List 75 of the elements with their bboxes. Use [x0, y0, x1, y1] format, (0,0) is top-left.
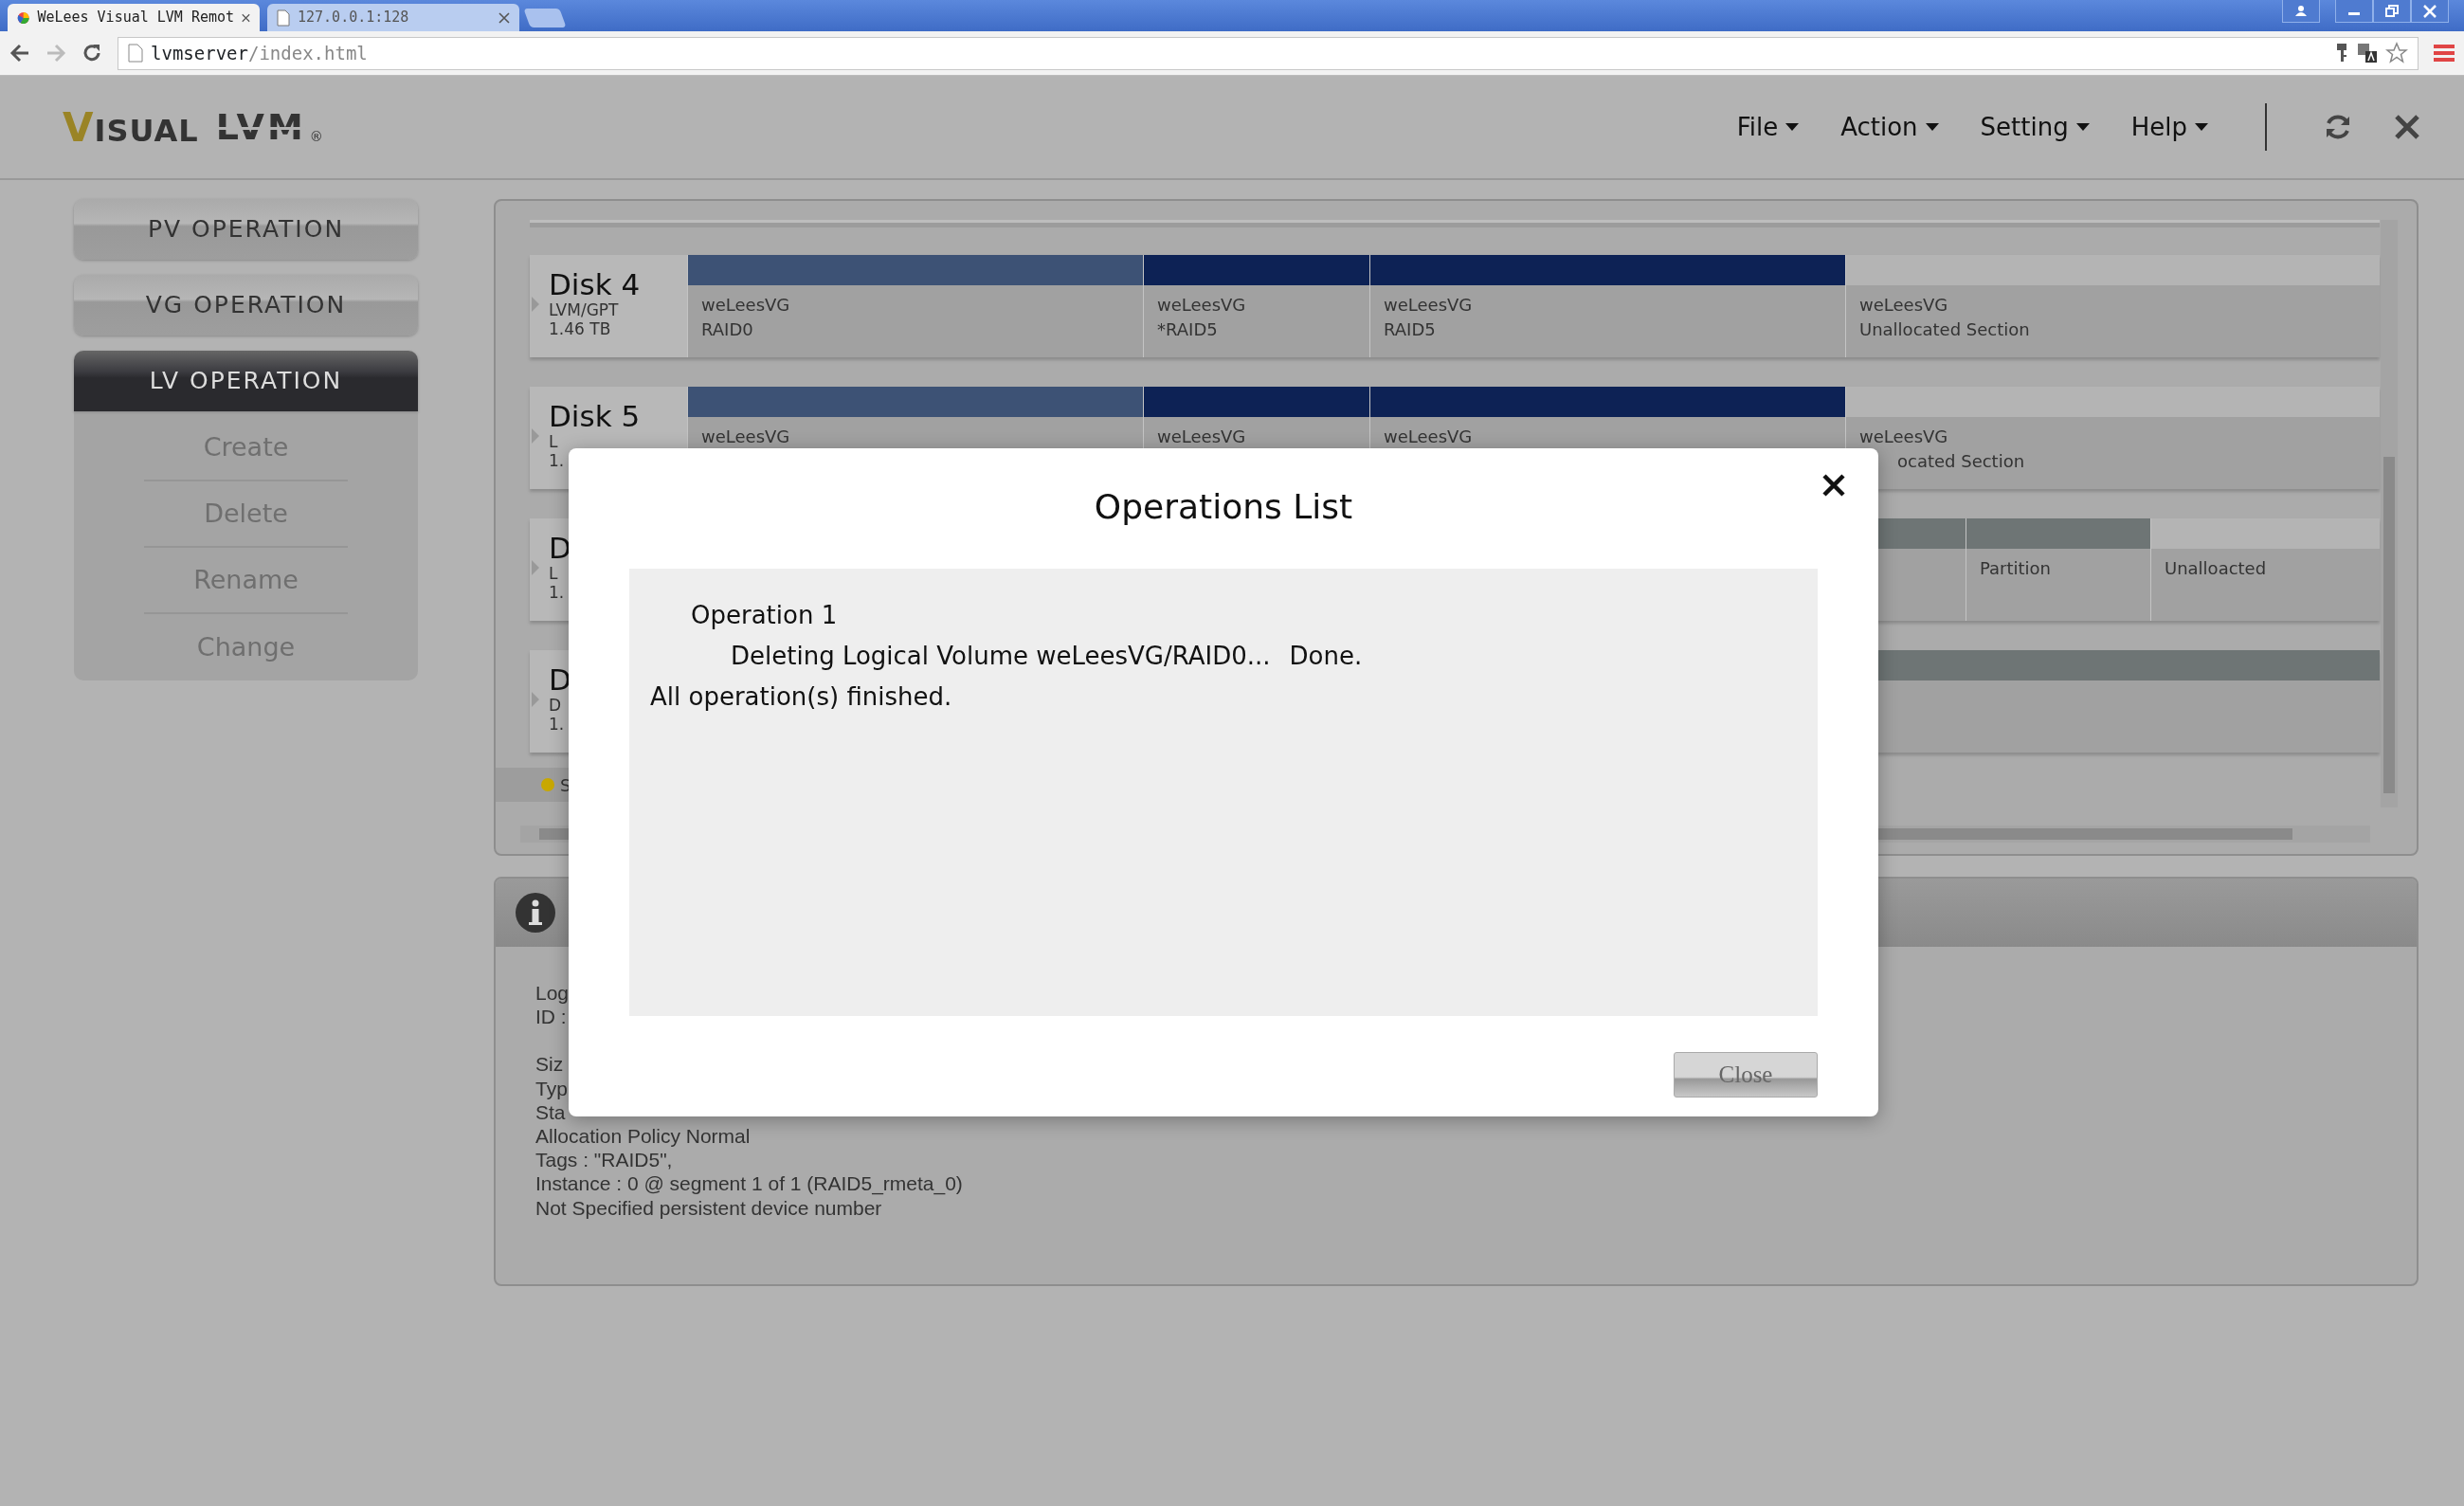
section-button[interactable]: VG OPERATION	[74, 275, 418, 336]
info-icon	[515, 892, 556, 934]
disk-info: 1.	[549, 451, 565, 471]
partition-label: RAID0	[701, 318, 754, 342]
dialog-title: Operations List	[1093, 486, 1354, 528]
info-line: Siz	[535, 1052, 564, 1077]
partition-label: weLeesVG	[1384, 426, 1474, 448]
close-button[interactable]: Close	[1674, 1052, 1818, 1098]
disk-row[interactable]: Disk 4 LVM/GPT 1.46 TB weLeesVG RAID0 weLeesVG *RAID5 weLeesVG RAID5 weLeesVG Unallocated Section	[530, 255, 2380, 357]
partition-label: weLeesVG	[1157, 294, 1247, 317]
expand-arrow-icon[interactable]	[532, 428, 539, 444]
address-field[interactable]: lvmserver/index.html	[118, 36, 2419, 70]
browser-tab[interactable]: 127.0.0.1:128	[267, 4, 519, 31]
menu-item[interactable]: Action	[1840, 108, 1939, 146]
restore-icon[interactable]	[2383, 2, 2401, 20]
disk-info: LVM/GPT	[549, 300, 619, 320]
page-icon	[277, 9, 290, 27]
translate-icon[interactable]	[2357, 43, 2378, 64]
info-line: Not Specified persistent device number	[535, 1195, 882, 1220]
info-line: Typ	[535, 1076, 568, 1100]
disk-name: D	[549, 532, 571, 565]
disk-info: L	[549, 564, 558, 584]
registered-mark: ®	[309, 127, 323, 146]
partition-label: weLeesVG	[701, 294, 791, 317]
disk-info: L	[549, 432, 558, 452]
partition-label: Partition	[1980, 557, 2052, 580]
partition-label: Unallocated Section	[1859, 318, 2031, 342]
close-icon[interactable]	[1821, 473, 1846, 498]
section-button[interactable]: LV OPERATION	[74, 351, 418, 411]
partition-label: weLeesVG	[1384, 294, 1474, 317]
url-text: lvmserver/index.html	[151, 41, 368, 65]
key-icon[interactable]	[2334, 43, 2349, 64]
partition-label: ocated Section	[1896, 450, 2026, 474]
partition-label: weLeesVG	[1157, 426, 1247, 448]
menu-item[interactable]: File	[1736, 108, 1800, 146]
expand-arrow-icon[interactable]	[532, 560, 539, 575]
disk-name: Disk 5	[549, 400, 641, 433]
partition-label: weLeesVG	[1859, 294, 1949, 317]
expand-arrow-icon[interactable]	[532, 692, 539, 707]
refresh-icon[interactable]	[2324, 113, 2352, 141]
forward-icon[interactable]	[45, 43, 66, 64]
operation-step: Deleting Logical Volume weLeesVG/RAID0...	[731, 642, 1271, 671]
partition-label: Unalloacted	[2165, 557, 2268, 580]
disk-info: 1.	[549, 583, 565, 603]
section-button[interactable]: PV OPERATION	[74, 199, 418, 260]
partition-label: *RAID5	[1157, 318, 1219, 342]
step-result: Done.	[1289, 642, 1363, 671]
partition-label: weLeesVG	[1859, 426, 1949, 448]
info-line: Allocation Policy Normal	[535, 1123, 751, 1149]
disk-info: D	[549, 696, 562, 716]
partition-label: weLeesVG	[701, 426, 791, 448]
menu-item[interactable]: Setting	[1980, 108, 2090, 146]
expand-arrow-icon[interactable]	[532, 297, 539, 312]
operation-title: Operation 1	[691, 600, 839, 632]
summary-text: All operation(s) finished.	[650, 680, 953, 713]
back-icon[interactable]	[9, 43, 30, 64]
info-line: Sta	[535, 1099, 566, 1124]
menu-item[interactable]: Help	[2130, 108, 2208, 146]
browser-tab[interactable]: WeLees Visual LVM Remot	[8, 4, 260, 31]
scrollbar[interactable]	[2381, 220, 2398, 807]
reload-icon[interactable]	[82, 43, 102, 64]
disk-info: 1.46 TB	[549, 319, 611, 339]
disk-name: D	[549, 663, 571, 697]
star-icon[interactable]	[2385, 42, 2408, 64]
page-icon	[128, 44, 143, 63]
info-line: Instance : 0 @ segment 1 of 1 (RAID5_rmeta_0)	[535, 1171, 963, 1196]
menu-icon[interactable]	[2434, 44, 2455, 63]
new-tab-button[interactable]	[523, 9, 567, 27]
disk-name: Disk 4	[549, 268, 641, 301]
disk-info: 1.	[549, 715, 565, 735]
info-line: Tags : "RAID5",	[535, 1148, 673, 1172]
info-line: Log	[535, 981, 570, 1006]
info-line: ID :	[535, 1005, 567, 1029]
partition-label: RAID5	[1384, 318, 1437, 342]
logo-text: VISUAL	[63, 102, 199, 153]
